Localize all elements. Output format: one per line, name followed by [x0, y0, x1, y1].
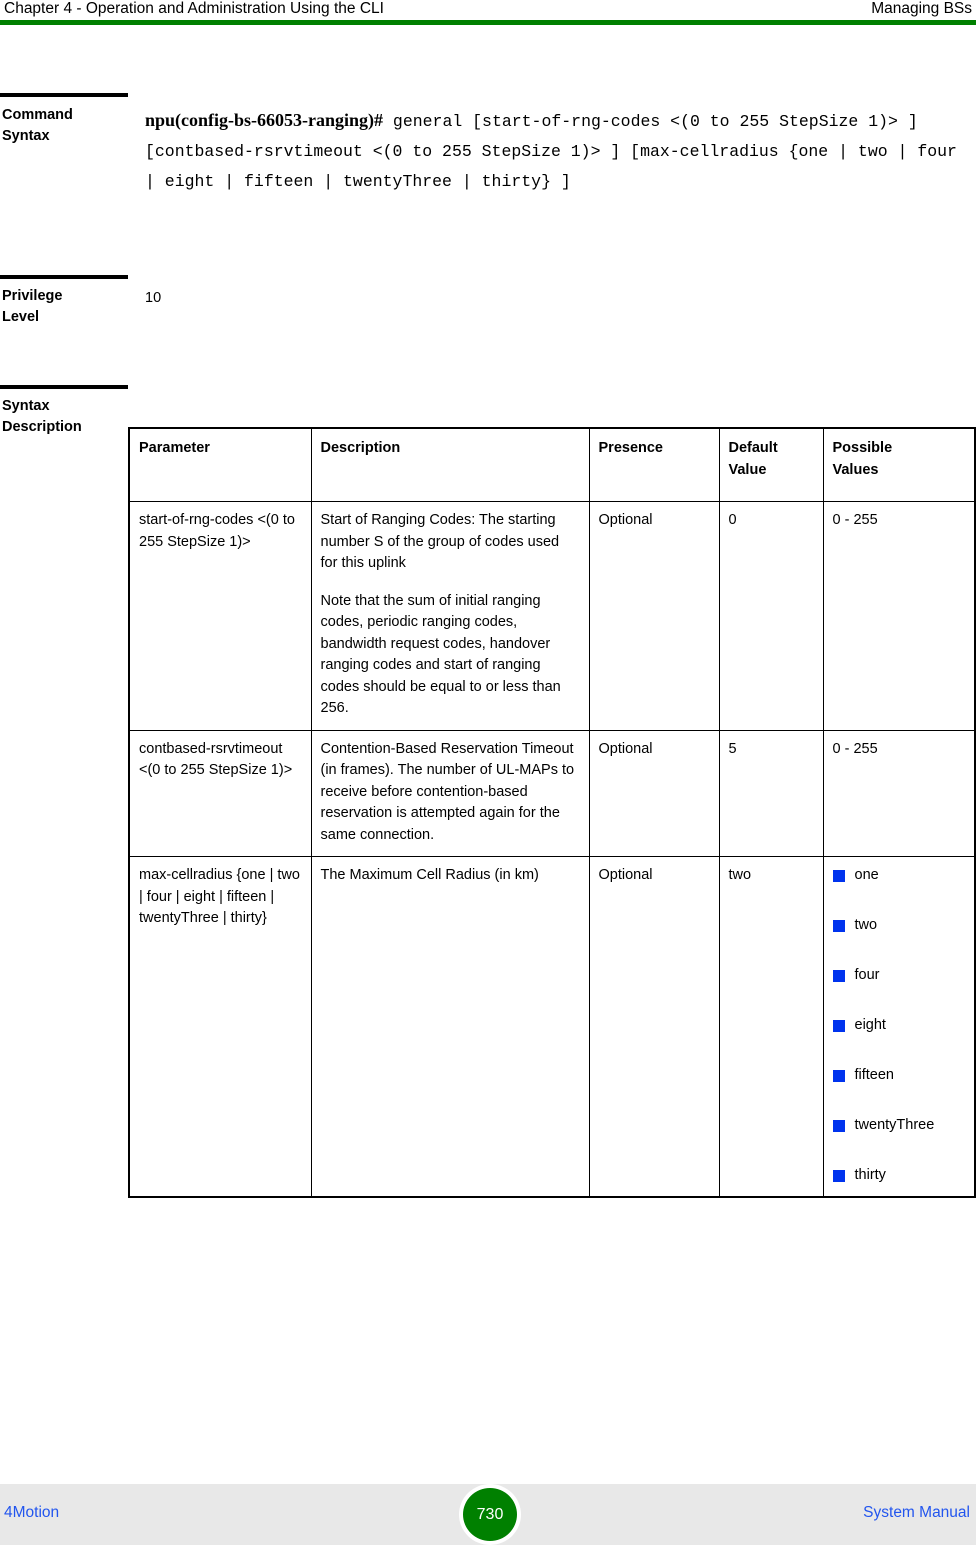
description-paragraph: The Maximum Cell Radius (in km): [320, 867, 539, 883]
cell-default-value: 5: [718, 729, 824, 857]
cell-presence: Optional: [588, 501, 720, 731]
table-row: contbased-rsrvtimeout <(0 to 255 StepSiz…: [128, 729, 976, 857]
list-item-label: fifteen: [854, 1067, 895, 1083]
list-item: two: [832, 915, 966, 936]
list-item: one: [832, 865, 966, 886]
page-number-label: 730: [476, 1505, 504, 1523]
blue-square-bullet-icon: [832, 970, 845, 982]
cell-presence: Optional: [588, 729, 720, 857]
syntax-description-label-line1: Syntax: [2, 398, 50, 414]
table-row: start-of-rng-codes <(0 to 255 StepSize 1…: [128, 501, 976, 731]
privilege-level-label: Privilege Level: [2, 286, 126, 328]
blue-square-bullet-icon: [832, 1120, 845, 1132]
list-item: four: [832, 965, 966, 986]
description-paragraph: Contention-Based Reservation Timeout (in…: [320, 740, 575, 843]
syntax-description-label: Syntax Description: [2, 396, 126, 438]
column-header-possible-line2: Values: [832, 461, 879, 478]
cell-parameter: max-cellradius {one | two | four | eight…: [128, 856, 312, 1198]
cell-parameter: contbased-rsrvtimeout <(0 to 255 StepSiz…: [128, 729, 312, 857]
cell-default-value: 0: [718, 501, 824, 731]
syntax-description-label-line2: Description: [2, 419, 82, 435]
blue-square-bullet-icon: [832, 920, 845, 932]
privilege-level-label-line2: Level: [2, 309, 40, 325]
list-item-label: twentyThree: [854, 1117, 935, 1133]
list-item-label: eight: [854, 1017, 886, 1033]
cell-description: Contention-Based Reservation Timeout (in…: [310, 729, 590, 857]
column-header-default-value: Default Value: [718, 427, 824, 502]
list-item: twentyThree: [832, 1115, 966, 1136]
column-header-default-line2: Value: [728, 461, 767, 478]
command-syntax-label-line2: Syntax: [2, 128, 50, 144]
list-item-label: two: [854, 917, 878, 933]
list-item-label: thirty: [854, 1167, 886, 1183]
command-syntax-text: npu(config-bs-66053-ranging)# general [s…: [145, 105, 970, 197]
privilege-level-label-rule: [0, 275, 128, 279]
blue-square-bullet-icon: [832, 1020, 845, 1032]
cell-possible-values: one two four eight fifteen twentyThree t…: [822, 856, 976, 1198]
cell-description: Start of Ranging Codes: The starting num…: [310, 501, 590, 731]
page-running-header: Chapter 4 - Operation and Administration…: [0, 0, 976, 22]
list-item: fifteen: [832, 1065, 966, 1086]
blue-square-bullet-icon: [832, 1170, 845, 1182]
privilege-level-value: 10: [145, 290, 162, 306]
header-chapter-title: Chapter 4 - Operation and Administration…: [4, 0, 384, 17]
cell-default-value: two: [718, 856, 824, 1198]
table-row: max-cellradius {one | two | four | eight…: [128, 856, 976, 1198]
possible-values-list: one two four eight fifteen twentyThree t…: [832, 865, 966, 1186]
command-syntax-label-rule: [0, 93, 128, 97]
cell-presence: Optional: [588, 856, 720, 1198]
description-paragraph: Note that the sum of initial ranging cod…: [320, 592, 561, 717]
column-header-possible-line1: Possible: [832, 440, 893, 456]
column-header-possible-values: Possible Values: [822, 427, 976, 502]
header-section-title: Managing BSs: [871, 0, 972, 17]
blue-square-bullet-icon: [832, 870, 845, 882]
column-header-description: Description: [310, 427, 590, 502]
privilege-level-label-line1: Privilege: [2, 288, 63, 304]
description-paragraph: Start of Ranging Codes: The starting num…: [320, 512, 560, 571]
command-syntax-label-line1: Command: [2, 107, 73, 123]
syntax-description-label-rule: [0, 385, 128, 389]
list-item-label: one: [854, 867, 879, 883]
parameters-table: Parameter Description Presence Default V…: [128, 427, 976, 1198]
footer-manual-link[interactable]: System Manual: [863, 1503, 970, 1523]
cell-possible-values: 0 - 255: [822, 501, 976, 731]
table-header-row: Parameter Description Presence Default V…: [128, 427, 976, 502]
command-syntax-label: Command Syntax: [2, 105, 126, 147]
header-divider-rule: [0, 20, 976, 25]
cli-prompt: npu(config-bs-66053-ranging)#: [145, 110, 384, 130]
cell-parameter: start-of-rng-codes <(0 to 255 StepSize 1…: [128, 501, 312, 731]
column-header-default-line1: Default: [728, 440, 778, 456]
column-header-presence: Presence: [588, 427, 720, 502]
list-item: eight: [832, 1015, 966, 1036]
blue-square-bullet-icon: [832, 1070, 845, 1082]
column-header-parameter: Parameter: [128, 427, 312, 502]
cell-possible-values: 0 - 255: [822, 729, 976, 857]
footer-product-link[interactable]: 4Motion: [4, 1503, 59, 1523]
list-item: thirty: [832, 1165, 966, 1186]
page-number-badge: 730: [459, 1484, 521, 1545]
cell-description: The Maximum Cell Radius (in km): [310, 856, 590, 1198]
list-item-label: four: [854, 967, 880, 983]
